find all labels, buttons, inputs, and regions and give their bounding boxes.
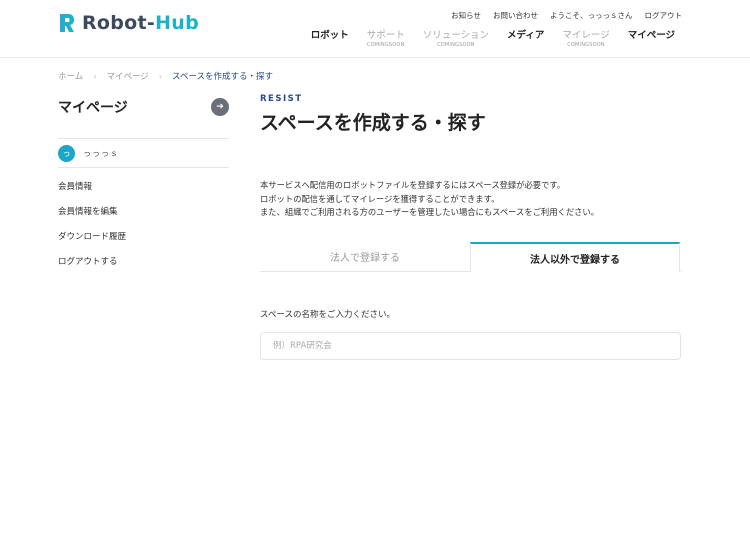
logo-text: Robot-Hub <box>82 12 200 34</box>
breadcrumb: ホーム › マイページ › スペースを作成する・探す <box>58 70 273 83</box>
sidebar: マイページ ➔ っ っっっｓ 会員情報 会員情報を編集 ダウンロード履歴 ログア… <box>58 96 229 280</box>
description-line: また、組織でご利用される方のユーザーを管理したい場合にもスペースをご利用ください… <box>260 207 600 217</box>
utility-nav: お知らせ お問い合わせ ようこそ、っっっｓさん ログアウト <box>451 10 682 21</box>
sidebar-header: マイページ ➔ <box>58 96 229 118</box>
breadcrumb-mypage[interactable]: マイページ <box>106 70 148 82</box>
robot-hub-logo[interactable]: Robot-Hub <box>58 12 199 34</box>
tab-underline <box>680 242 681 272</box>
sidebar-item-logout[interactable]: ログアウトする <box>58 255 229 280</box>
page-title: スペースを作成する・探す <box>260 112 486 134</box>
page-description: 本サービスへ配信用のロボットファイルを登録するにはスペース登録が必要です。 ロボ… <box>260 179 681 220</box>
breadcrumb-separator-icon: › <box>93 71 97 81</box>
nav-item-label: ソリューション <box>422 30 490 41</box>
nav-item-mileage[interactable]: マイレージ COMINGSOON <box>553 27 618 48</box>
space-name-input[interactable] <box>260 332 681 360</box>
avatar: っ <box>58 144 75 162</box>
nav-item-mypage[interactable]: マイページ <box>619 27 684 48</box>
description-line: ロボットの配信を通してマイレージを獲得することができます。 <box>260 193 500 204</box>
sidebar-title: マイページ <box>58 100 128 116</box>
nav-item-comingsoon: COMINGSOON <box>567 42 605 48</box>
nav-item-media[interactable]: メディア <box>498 27 553 48</box>
description-line: 本サービスへ配信用のロボットファイルを登録するにはスペース登録が必要です。 <box>260 180 566 190</box>
util-link-news[interactable]: お知らせ <box>451 10 481 21</box>
sidebar-user: っ っっっｓ <box>58 139 229 167</box>
nav-item-label: ロボット <box>310 30 349 41</box>
tab-non-corporate[interactable]: 法人以外で登録する <box>470 242 680 272</box>
arrow-right-icon[interactable]: ➔ <box>211 98 229 116</box>
nav-item-robot[interactable]: ロボット <box>302 27 358 48</box>
util-welcome-user[interactable]: ようこそ、っっっｓさん <box>550 10 633 21</box>
nav-item-solution[interactable]: ソリューション COMINGSOON <box>414 27 498 48</box>
logo-mark-icon <box>58 12 76 34</box>
registration-tabs: 法人で登録する 法人以外で登録する <box>260 242 681 272</box>
nav-item-label: サポート <box>366 30 405 41</box>
main-content: RESIST スペースを作成する・探す 本サービスへ配信用のロボットファイルを登… <box>260 94 681 360</box>
nav-item-label: メディア <box>507 30 545 41</box>
tab-corporate[interactable]: 法人で登録する <box>260 242 470 272</box>
util-link-contact[interactable]: お問い合わせ <box>493 10 538 21</box>
nav-item-label: マイページ <box>627 30 675 41</box>
breadcrumb-separator-icon: › <box>158 71 162 81</box>
site-header: Robot-Hub お知らせ お問い合わせ ようこそ、っっっｓさん ログアウト … <box>0 0 750 58</box>
sidebar-menu: 会員情報 会員情報を編集 ダウンロード履歴 ログアウトする <box>58 180 229 280</box>
util-link-logout[interactable]: ログアウト <box>645 10 683 21</box>
breadcrumb-current: スペースを作成する・探す <box>172 72 273 82</box>
nav-item-support[interactable]: サポート COMINGSOON <box>358 27 414 48</box>
page-eyebrow: RESIST <box>260 94 303 104</box>
breadcrumb-home[interactable]: ホーム <box>58 70 83 82</box>
divider <box>58 167 229 168</box>
sidebar-item-download-history[interactable]: ダウンロード履歴 <box>58 230 229 255</box>
space-name-label: スペースの名称をご入力ください。 <box>260 310 395 320</box>
user-name: っっっｓ <box>83 148 119 158</box>
nav-item-comingsoon: COMINGSOON <box>437 42 475 48</box>
nav-item-label: マイレージ <box>562 30 610 41</box>
sidebar-item-member-info[interactable]: 会員情報 <box>58 180 229 205</box>
nav-item-comingsoon: COMINGSOON <box>366 42 405 48</box>
main-nav: ロボット サポート COMINGSOON ソリューション COMINGSOON … <box>302 27 684 48</box>
sidebar-item-edit-member-info[interactable]: 会員情報を編集 <box>58 205 229 230</box>
